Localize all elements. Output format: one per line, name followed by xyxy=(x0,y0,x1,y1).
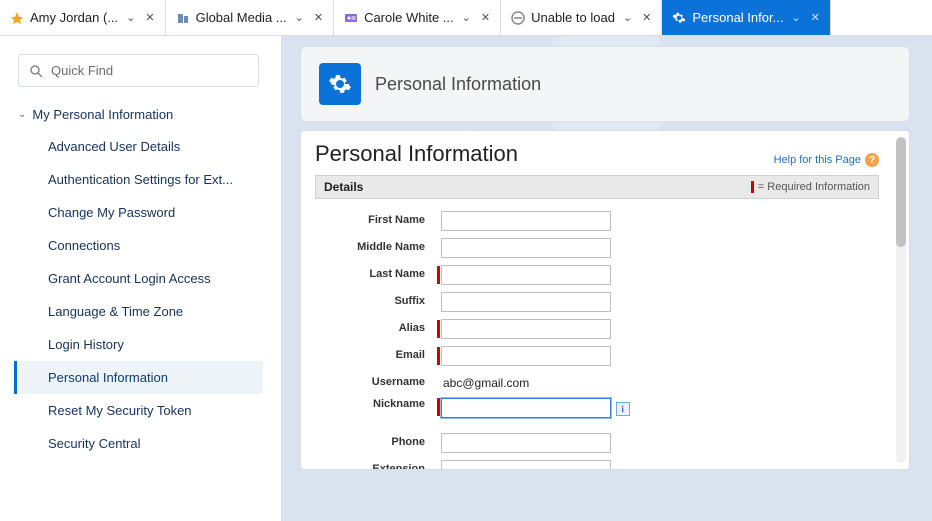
tab-unable-to-load[interactable]: Unable to load ⌄ ✕ xyxy=(501,0,662,35)
chevron-down-icon: ⌄ xyxy=(18,109,26,120)
input-alias[interactable] xyxy=(441,319,611,339)
workspace: Quick Find ⌄ My Personal Information Adv… xyxy=(0,36,932,521)
label-last-name: Last Name xyxy=(315,268,435,281)
error-icon xyxy=(511,11,525,25)
tree-header-label: My Personal Information xyxy=(32,107,173,122)
content-scrollbar-thumb[interactable] xyxy=(896,137,906,247)
input-last-name[interactable] xyxy=(441,265,611,285)
gear-icon xyxy=(319,63,361,105)
tab-global-media[interactable]: Global Media ... ⌄ ✕ xyxy=(166,0,334,35)
sidebar-item-personal-information[interactable]: Personal Information xyxy=(14,361,263,394)
input-suffix[interactable] xyxy=(441,292,611,312)
close-icon[interactable]: ✕ xyxy=(314,11,323,24)
search-icon xyxy=(29,64,43,78)
input-phone[interactable] xyxy=(441,433,611,453)
required-mark-icon xyxy=(437,320,440,338)
content-card: Personal Information Help for this Page … xyxy=(300,130,910,470)
details-section-header: Details = Required Information xyxy=(315,175,879,199)
help-icon: ? xyxy=(865,153,879,167)
account-icon xyxy=(176,11,190,25)
chevron-down-icon[interactable]: ⌄ xyxy=(126,11,135,24)
tab-personal-information[interactable]: Personal Infor... ⌄ ✕ xyxy=(662,0,831,35)
page-header-title: Personal Information xyxy=(375,74,541,95)
tab-carole-white[interactable]: Carole White ... ⌄ ✕ xyxy=(334,0,501,35)
tree-header-my-personal-information[interactable]: ⌄ My Personal Information xyxy=(14,103,263,130)
label-first-name: First Name xyxy=(315,214,435,227)
sidebar-item-change-my-password[interactable]: Change My Password xyxy=(14,196,263,229)
label-phone: Phone xyxy=(315,436,435,449)
sidebar-item-connections[interactable]: Connections xyxy=(14,229,263,262)
close-icon[interactable]: ✕ xyxy=(642,11,651,24)
tab-label: Carole White ... xyxy=(364,10,454,25)
required-mark-icon xyxy=(437,398,440,416)
tab-label: Global Media ... xyxy=(196,10,287,25)
required-mark-icon xyxy=(437,266,440,284)
quick-find-placeholder: Quick Find xyxy=(51,63,113,78)
required-mark-icon xyxy=(437,347,440,365)
help-label: Help for this Page xyxy=(774,154,861,166)
chevron-down-icon[interactable]: ⌄ xyxy=(462,11,471,24)
sidebar-item-reset-my-security-token[interactable]: Reset My Security Token xyxy=(14,394,263,427)
chevron-down-icon[interactable]: ⌄ xyxy=(791,11,800,24)
label-suffix: Suffix xyxy=(315,295,435,308)
main-area: Personal Information Personal Informatio… xyxy=(282,36,932,521)
close-icon[interactable]: ✕ xyxy=(481,11,490,24)
label-middle-name: Middle Name xyxy=(315,241,435,254)
tab-label: Amy Jordan (... xyxy=(30,10,118,25)
sidebar: Quick Find ⌄ My Personal Information Adv… xyxy=(0,36,282,521)
close-icon[interactable]: ✕ xyxy=(811,11,820,24)
required-note-text: = Required Information xyxy=(758,181,870,193)
sidebar-tree: Advanced User Details Authentication Set… xyxy=(14,130,263,460)
input-nickname[interactable] xyxy=(441,398,611,418)
input-middle-name[interactable] xyxy=(441,238,611,258)
contact-icon xyxy=(344,11,358,25)
input-extension[interactable] xyxy=(441,460,611,470)
label-nickname: Nickname xyxy=(315,398,435,411)
sidebar-item-advanced-user-details[interactable]: Advanced User Details xyxy=(14,130,263,163)
quick-find-input[interactable]: Quick Find xyxy=(18,54,259,87)
sidebar-item-login-history[interactable]: Login History xyxy=(14,328,263,361)
tab-label: Unable to load xyxy=(531,10,615,25)
label-alias: Alias xyxy=(315,322,435,335)
sidebar-item-grant-account-login-access[interactable]: Grant Account Login Access xyxy=(14,262,263,295)
required-legend: = Required Information xyxy=(751,181,870,193)
required-bar-icon xyxy=(751,181,754,193)
help-for-this-page-link[interactable]: Help for this Page ? xyxy=(774,153,879,167)
value-username: abc@gmail.com xyxy=(441,376,529,390)
input-first-name[interactable] xyxy=(441,211,611,231)
tab-label: Personal Infor... xyxy=(692,10,783,25)
lead-icon xyxy=(10,11,24,25)
sidebar-item-security-central[interactable]: Security Central xyxy=(14,427,263,460)
label-username: Username xyxy=(315,376,435,389)
chevron-down-icon[interactable]: ⌄ xyxy=(623,11,632,24)
details-title: Details xyxy=(324,180,363,194)
chevron-down-icon[interactable]: ⌄ xyxy=(295,11,304,24)
input-email[interactable] xyxy=(441,346,611,366)
details-form: First Name Middle Name Last Name xyxy=(315,199,879,469)
page-title: Personal Information xyxy=(315,141,518,167)
label-extension: Extension xyxy=(315,463,435,469)
info-icon[interactable]: i xyxy=(616,402,630,416)
label-email: Email xyxy=(315,349,435,362)
sidebar-item-authentication-settings[interactable]: Authentication Settings for Ext... xyxy=(14,163,263,196)
tab-amy-jordan[interactable]: Amy Jordan (... ⌄ ✕ xyxy=(0,0,166,35)
page-header-card: Personal Information xyxy=(300,46,910,122)
sidebar-item-language-time-zone[interactable]: Language & Time Zone xyxy=(14,295,263,328)
close-icon[interactable]: ✕ xyxy=(145,11,154,24)
workspace-tabbar: Amy Jordan (... ⌄ ✕ Global Media ... ⌄ ✕… xyxy=(0,0,932,36)
gear-icon xyxy=(672,11,686,25)
